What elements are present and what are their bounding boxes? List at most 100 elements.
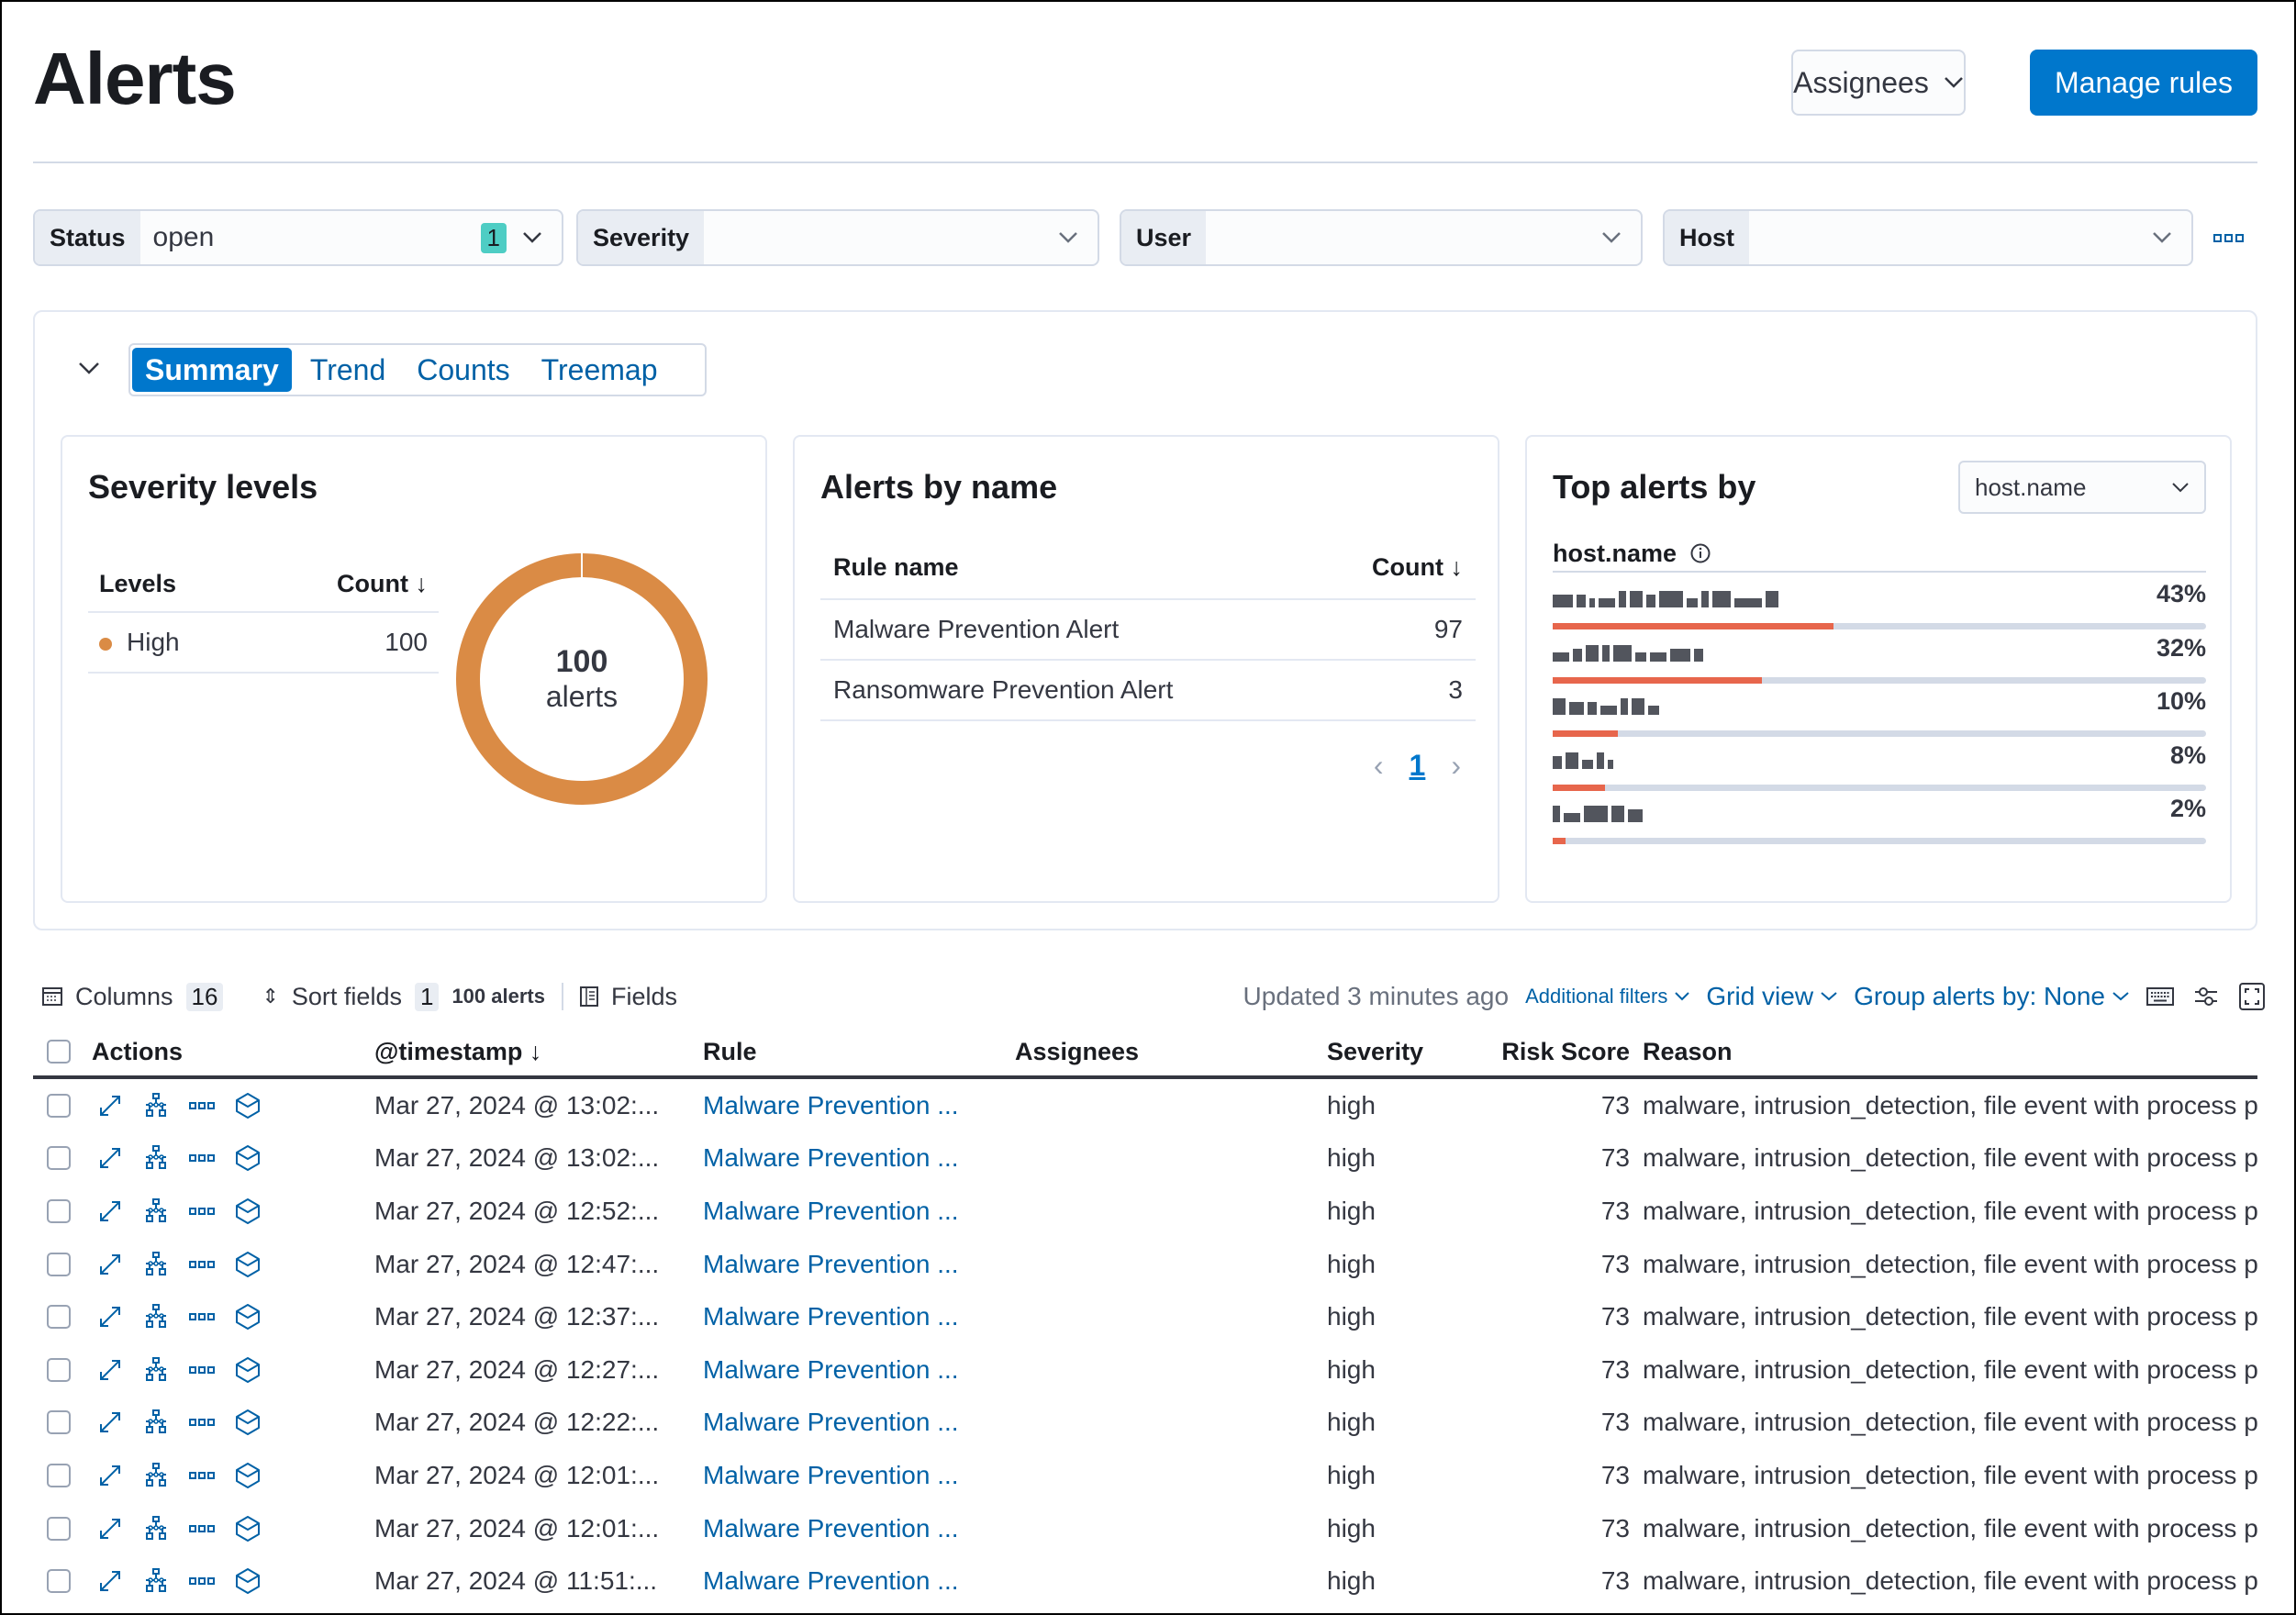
expand-icon[interactable] — [95, 1461, 125, 1490]
select-all-checkbox[interactable] — [47, 1040, 71, 1064]
session-view-icon[interactable] — [233, 1197, 262, 1226]
tab-treemap[interactable]: Treemap — [529, 348, 671, 392]
col-count[interactable]: Count ↓ — [337, 570, 428, 598]
col-risk-score[interactable]: Risk Score — [1492, 1038, 1643, 1066]
col-rule-name[interactable]: Rule name — [833, 553, 959, 582]
col-severity[interactable]: Severity — [1318, 1038, 1492, 1066]
row-checkbox[interactable] — [47, 1410, 71, 1435]
tab-trend[interactable]: Trend — [297, 348, 398, 392]
analyze-event-icon[interactable] — [141, 1461, 171, 1490]
more-actions-icon[interactable] — [187, 1408, 217, 1437]
group-field-select[interactable]: host.name — [1958, 461, 2206, 514]
keyboard-icon[interactable] — [2146, 982, 2175, 1011]
cell-severity: high — [1327, 1143, 1376, 1173]
cell-rule-link[interactable]: Malware Prevention ... — [694, 1408, 1006, 1437]
sort-fields-button[interactable]: Sort fields — [292, 983, 402, 1011]
filter-host[interactable]: Host — [1663, 209, 2193, 266]
row-checkbox[interactable] — [47, 1252, 71, 1276]
row-checkbox[interactable] — [47, 1357, 71, 1382]
grid-view-button[interactable]: Grid view — [1706, 982, 1837, 1011]
assignees-button[interactable]: Assignees — [1791, 50, 1966, 116]
more-actions-icon[interactable] — [187, 1355, 217, 1385]
cell-rule-link[interactable]: Malware Prevention ... — [694, 1302, 1006, 1331]
analyze-event-icon[interactable] — [141, 1143, 171, 1173]
more-actions-icon[interactable] — [187, 1514, 217, 1543]
session-view-icon[interactable] — [233, 1143, 262, 1173]
row-checkbox[interactable] — [47, 1516, 71, 1541]
row-checkbox[interactable] — [47, 1146, 71, 1171]
cell-rule-link[interactable]: Malware Prevention ... — [694, 1091, 1006, 1120]
analyze-event-icon[interactable] — [141, 1302, 171, 1331]
cell-rule-link[interactable]: Malware Prevention ... — [694, 1461, 1006, 1490]
analyze-event-icon[interactable] — [141, 1197, 171, 1226]
filter-user[interactable]: User — [1120, 209, 1643, 266]
row-checkbox[interactable] — [47, 1093, 71, 1118]
expand-icon[interactable] — [95, 1091, 125, 1120]
more-actions-icon[interactable] — [187, 1302, 217, 1331]
more-actions-icon[interactable] — [187, 1091, 217, 1120]
expand-icon[interactable] — [95, 1302, 125, 1331]
col-levels[interactable]: Levels — [99, 570, 176, 598]
col-reason[interactable]: Reason — [1643, 1038, 2257, 1066]
expand-icon[interactable] — [95, 1514, 125, 1543]
group-alerts-button[interactable]: Group alerts by: None — [1854, 982, 2129, 1011]
analyze-event-icon[interactable] — [141, 1091, 171, 1120]
additional-filters-button[interactable]: Additional filters — [1525, 985, 1690, 1008]
col-assignees[interactable]: Assignees — [1006, 1038, 1318, 1066]
col-timestamp[interactable]: @timestamp ↓ — [365, 1038, 694, 1066]
more-filters-icon[interactable] — [2213, 227, 2246, 249]
fields-button[interactable]: Fields — [611, 983, 677, 1011]
session-view-icon[interactable] — [233, 1302, 262, 1331]
columns-button[interactable]: Columns — [75, 983, 173, 1011]
expand-icon[interactable] — [95, 1408, 125, 1437]
collapse-chevron-icon[interactable] — [75, 354, 103, 382]
cell-rule-link[interactable]: Malware Prevention ... — [694, 1514, 1006, 1543]
expand-icon[interactable] — [95, 1250, 125, 1279]
session-view-icon[interactable] — [233, 1250, 262, 1279]
cell-rule-link[interactable]: Malware Prevention ... — [694, 1143, 1006, 1173]
row-checkbox[interactable] — [47, 1569, 71, 1594]
more-actions-icon[interactable] — [187, 1143, 217, 1173]
fullscreen-icon[interactable] — [2237, 982, 2267, 1011]
row-checkbox[interactable] — [47, 1198, 71, 1223]
cell-severity: high — [1327, 1090, 1376, 1119]
col-count[interactable]: Count ↓ — [1372, 553, 1463, 582]
cell-rule-link[interactable]: Malware Prevention ... — [694, 1250, 1006, 1279]
session-view-icon[interactable] — [233, 1408, 262, 1437]
session-view-icon[interactable] — [233, 1566, 262, 1596]
analyze-event-icon[interactable] — [141, 1514, 171, 1543]
expand-icon[interactable] — [95, 1355, 125, 1385]
analyze-event-icon[interactable] — [141, 1250, 171, 1279]
cell-rule-link[interactable]: Malware Prevention ... — [694, 1566, 1006, 1596]
more-actions-icon[interactable] — [187, 1197, 217, 1226]
display-settings-icon[interactable] — [2191, 982, 2221, 1011]
tab-summary[interactable]: Summary — [132, 348, 292, 392]
row-checkbox[interactable] — [47, 1463, 71, 1487]
expand-icon[interactable] — [95, 1143, 125, 1173]
session-view-icon[interactable] — [233, 1514, 262, 1543]
prev-page-icon[interactable]: ‹ — [1374, 749, 1384, 783]
cell-rule-link[interactable]: Malware Prevention ... — [694, 1197, 1006, 1226]
filter-severity[interactable]: Severity — [576, 209, 1099, 266]
tab-counts[interactable]: Counts — [404, 348, 522, 392]
expand-icon[interactable] — [95, 1197, 125, 1226]
session-view-icon[interactable] — [233, 1461, 262, 1490]
more-actions-icon[interactable] — [187, 1461, 217, 1490]
info-icon[interactable] — [1689, 542, 1711, 564]
table-row: Malware Prevention Alert 97 — [820, 600, 1476, 661]
more-actions-icon[interactable] — [187, 1566, 217, 1596]
filter-status[interactable]: Status open 1 — [33, 209, 563, 266]
analyze-event-icon[interactable] — [141, 1408, 171, 1437]
more-actions-icon[interactable] — [187, 1250, 217, 1279]
row-checkbox[interactable] — [47, 1305, 71, 1330]
analyze-event-icon[interactable] — [141, 1355, 171, 1385]
next-page-icon[interactable]: › — [1451, 749, 1461, 783]
session-view-icon[interactable] — [233, 1355, 262, 1385]
col-rule[interactable]: Rule — [694, 1038, 1006, 1066]
expand-icon[interactable] — [95, 1566, 125, 1596]
analyze-event-icon[interactable] — [141, 1566, 171, 1596]
manage-rules-button[interactable]: Manage rules — [2030, 50, 2257, 116]
session-view-icon[interactable] — [233, 1091, 262, 1120]
page-number[interactable]: 1 — [1410, 749, 1426, 783]
cell-rule-link[interactable]: Malware Prevention ... — [694, 1355, 1006, 1385]
